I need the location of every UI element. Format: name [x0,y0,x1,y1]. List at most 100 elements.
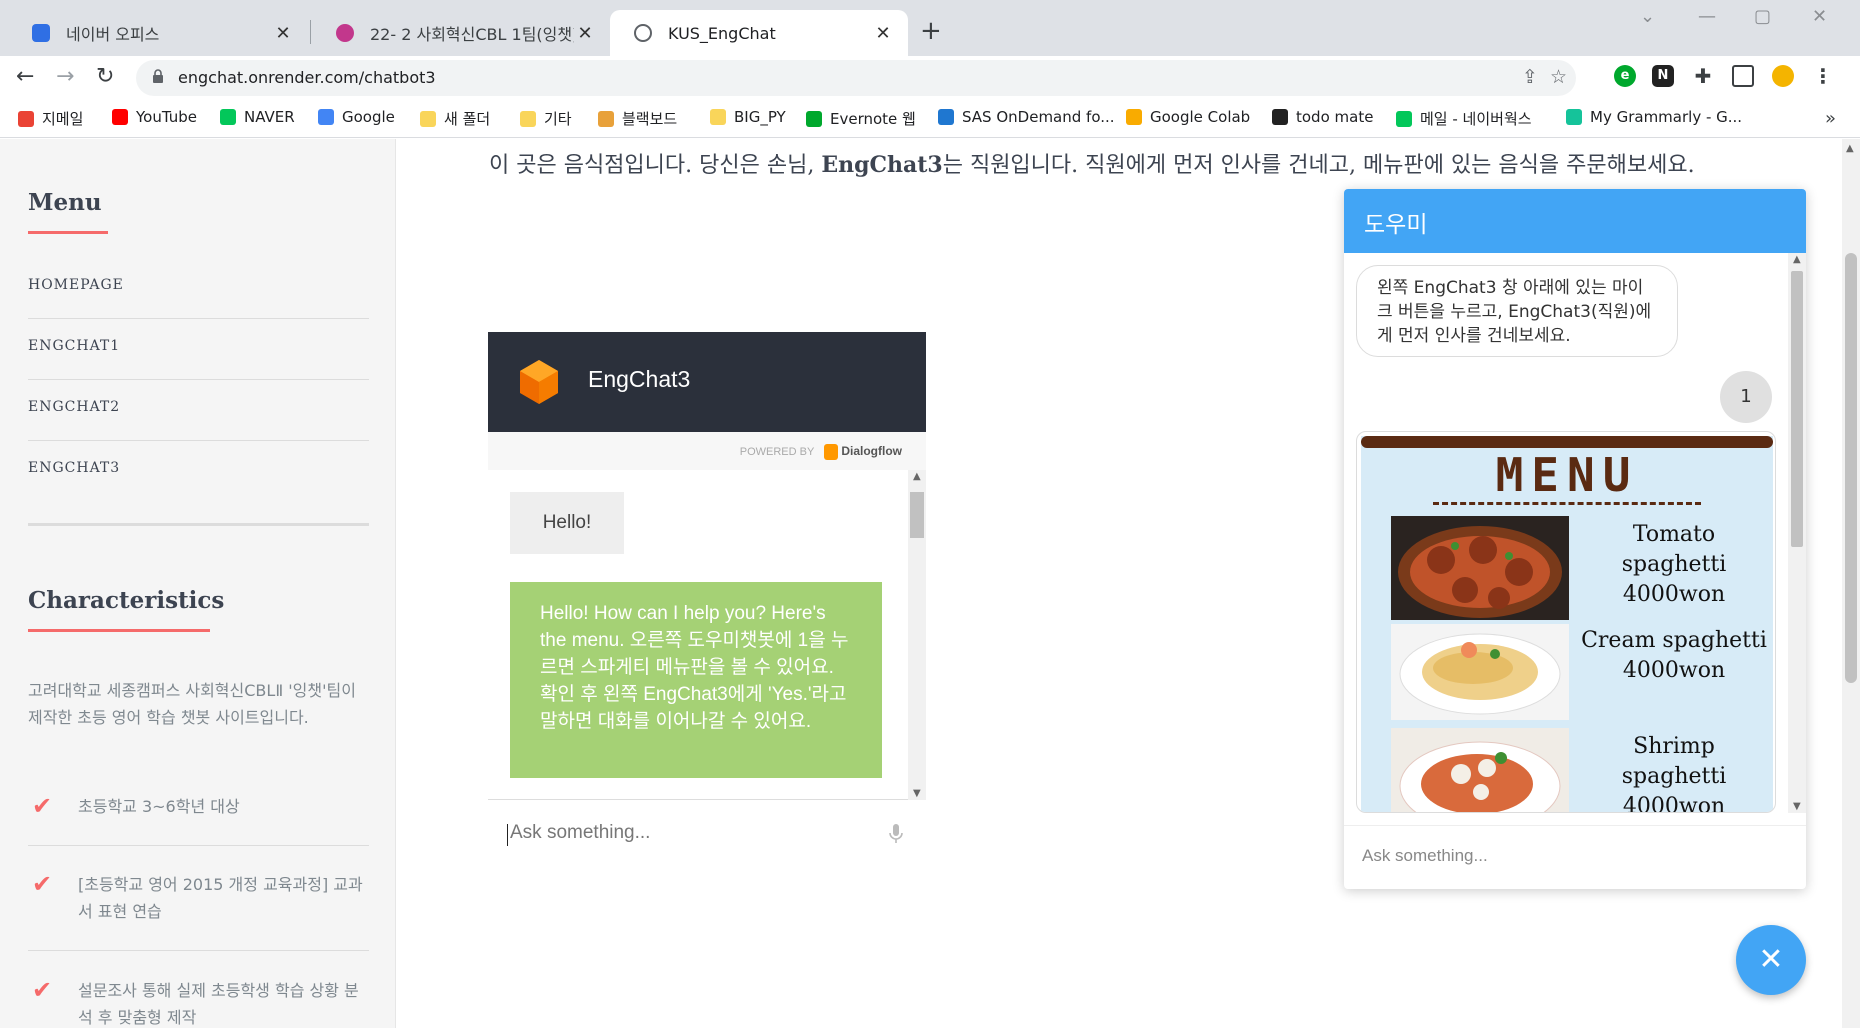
dish-name: Tomato spaghetti [1621,522,1727,577]
bookmark-naver[interactable]: NAVER [220,108,295,126]
bookmark-blackboard[interactable]: 블랙보드 [598,108,677,129]
profile-avatar[interactable] [1772,65,1794,87]
bookmark-label: Google Colab [1150,108,1251,126]
menu-item-engchat3[interactable]: ENGCHAT3 [28,441,369,502]
notion-extension-icon[interactable]: N [1652,65,1674,87]
tab-kus-engchat[interactable]: KUS_EngChat ✕ [610,10,908,56]
grammarly-icon [1566,109,1582,125]
menu-item-homepage[interactable]: HOMEPAGE [28,258,369,319]
bookmark-folder-new[interactable]: 새 폴더 [420,108,490,129]
menu-item-engchat2[interactable]: ENGCHAT2 [28,380,369,441]
bookmark-evernote[interactable]: Evernote 웹 [806,108,916,129]
feature-item: ✔ 설문조사 통해 실제 초등학생 학습 상황 분석 후 맞춤형 제작 [28,977,369,1028]
blackboard-icon [598,110,614,127]
folder-icon [520,110,536,127]
engchat3-message-list: Hello! Hello! How can I help you? Here's… [488,470,926,800]
todo-mate-icon [1272,109,1288,125]
page-scroll-thumb[interactable] [1845,253,1857,683]
menu-dashed-line [1433,502,1701,505]
page-scrollbar[interactable]: ▲ [1842,139,1860,1028]
menu-top-bar [1361,436,1773,448]
engchat3-scrollbar[interactable]: ▲ ▼ [908,470,926,800]
bookmarks-bar: 지메일 YouTube NAVER Google 새 폴더 기타 블랙보드 BI… [0,100,1860,138]
minimize-icon[interactable]: — [1698,6,1716,27]
feature-item: ✔ [초등학교 영어 2015 개정 교육과정] 교과서 표현 연습 [28,871,369,925]
check-icon: ✔ [32,792,53,820]
engchat3-title: EngChat3 [588,366,691,392]
page-icon [336,24,354,42]
engchat3-input[interactable]: Ask something... [506,822,650,846]
user-message: Hello! [510,492,624,554]
sas-icon [938,109,954,125]
instruction-text: 는 직원입니다. 직원에게 먼저 인사를 건네고, 메뉴판에 있는 음식을 주문… [942,153,1695,178]
bookmark-label: 지메일 [42,110,84,128]
bookmarks-overflow-button[interactable]: » [1825,108,1836,129]
bot-message: Hello! How can I help you? Here's the me… [510,582,882,778]
sidebar: Menu HOMEPAGE ENGCHAT1 ENGCHAT2 ENGCHAT3… [0,139,396,1028]
scroll-down-icon[interactable]: ▼ [1793,801,1801,812]
helper-title: 도우미 [1364,212,1428,238]
dish-cream: Cream spaghetti 4000won [1579,626,1769,686]
bookmark-label: 새 폴더 [444,110,491,128]
reload-icon[interactable]: ↻ [96,64,114,89]
bookmark-youtube[interactable]: YouTube [112,108,197,126]
spaghetti-menu-image: MENU Tomato spaghetti 4000won Cream spag… [1361,436,1773,813]
helper-chat-widget: 도우미 왼쪽 EngChat3 창 아래에 있는 마이크 버튼을 누르고, En… [1344,189,1806,889]
dish-price: 4000won [1622,794,1726,813]
bookmark-star-icon[interactable]: ☆ [1550,66,1567,88]
bookmark-colab[interactable]: Google Colab [1126,108,1250,126]
evernote-extension-icon[interactable]: e [1614,65,1636,87]
bookmark-google[interactable]: Google [318,108,395,126]
bookmark-label: 메일 - 네이버웍스 [1420,110,1532,128]
back-arrow-icon[interactable]: ← [16,64,34,89]
bookmark-label: 블랙보드 [622,110,678,128]
bookmark-todo-mate[interactable]: todo mate [1272,108,1373,126]
helper-input[interactable]: Ask something... [1344,825,1806,889]
scroll-down-icon[interactable]: ▼ [913,788,921,799]
scroll-thumb[interactable] [910,492,924,538]
window-close-icon[interactable]: ✕ [1812,6,1827,27]
maximize-icon[interactable]: ▢ [1754,6,1771,27]
helper-bot-message: 왼쪽 EngChat3 창 아래에 있는 마이크 버튼을 누르고, EngCha… [1356,265,1678,357]
instruction-bot-name: EngChat3 [821,152,943,178]
bookmark-naver-works[interactable]: 메일 - 네이버웍스 [1396,108,1532,129]
tab-cbl-team[interactable]: 22- 2 사회혁신CBL 1팀(잉챗) 만 ✕ [312,10,610,56]
close-tab-icon[interactable]: ✕ [272,23,294,44]
scroll-up-icon[interactable]: ▲ [1846,143,1854,154]
forward-arrow-icon[interactable]: → [56,64,74,89]
bookmark-big-py[interactable]: BIG_PY [710,108,786,126]
share-icon[interactable]: ⇪ [1522,66,1538,88]
tab-title: 22- 2 사회혁신CBL 1팀(잉챗) 만 [370,25,574,44]
new-tab-button[interactable]: + [920,16,942,46]
scroll-thumb[interactable] [1791,271,1803,547]
extensions-puzzle-icon[interactable]: ✚ [1692,65,1714,87]
scroll-up-icon[interactable]: ▲ [1793,254,1801,265]
engchat3-header: EngChat3 [488,332,926,432]
colab-icon [1126,109,1142,125]
side-panel-icon[interactable] [1732,65,1754,87]
helper-toggle-close-button[interactable]: ✕ [1736,925,1806,995]
scroll-up-icon[interactable]: ▲ [913,471,921,482]
tab-naver-office[interactable]: 네이버 오피스 ✕ [8,10,308,56]
bookmark-folder-etc[interactable]: 기타 [520,108,572,129]
tab-search-icon[interactable]: ⌄ [1640,6,1655,27]
powered-by-text: POWERED BY [739,446,815,458]
bookmark-grammarly[interactable]: My Grammarly - G... [1566,108,1742,126]
more-menu-icon[interactable]: ⋮ [1812,65,1834,87]
menu-item-engchat1[interactable]: ENGCHAT1 [28,319,369,380]
helper-message-list: 왼쪽 EngChat3 창 아래에 있는 마이크 버튼을 누르고, EngCha… [1344,253,1806,813]
microphone-icon[interactable] [886,822,906,846]
bookmark-gmail[interactable]: 지메일 [18,108,83,129]
close-tab-icon[interactable]: ✕ [872,23,894,44]
bookmark-label: 기타 [544,110,572,128]
feature-text: 초등학교 3~6학년 대상 [78,797,240,816]
close-tab-icon[interactable]: ✕ [574,23,596,44]
bookmark-label: SAS OnDemand fo... [962,108,1115,126]
feature-text: [초등학교 영어 2015 개정 교육과정] 교과서 표현 연습 [78,875,363,921]
helper-scrollbar[interactable]: ▲ ▼ [1788,253,1806,813]
folder-icon [420,110,436,127]
menu-heading: Menu [28,189,102,216]
naver-icon [220,109,236,125]
bookmark-sas[interactable]: SAS OnDemand fo... [938,108,1115,126]
address-bar[interactable]: engchat.onrender.com/chatbot3 ⇪ ☆ [136,60,1576,96]
